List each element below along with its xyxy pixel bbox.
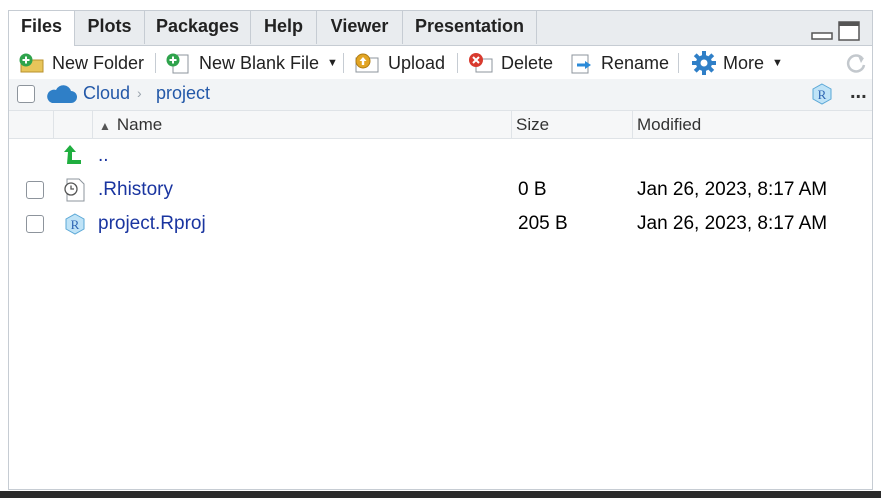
column-divider bbox=[53, 111, 54, 138]
tab-help[interactable]: Help bbox=[251, 11, 317, 44]
breadcrumb-cloud[interactable]: Cloud bbox=[83, 83, 130, 104]
files-toolbar: New Folder New Blank File ▼ Upload Delet… bbox=[9, 46, 872, 80]
parent-directory-link[interactable]: .. bbox=[98, 139, 109, 173]
svg-text:R: R bbox=[71, 217, 80, 232]
delete-label: Delete bbox=[501, 52, 554, 73]
toolbar-divider bbox=[457, 53, 458, 73]
new-blank-file-label: New Blank File bbox=[199, 52, 320, 73]
upload-icon bbox=[355, 53, 379, 73]
row-checkbox[interactable] bbox=[26, 215, 44, 233]
tab-viewer[interactable]: Viewer bbox=[317, 11, 403, 44]
new-file-icon bbox=[166, 53, 189, 74]
svg-text:R: R bbox=[818, 87, 827, 102]
maximize-pane-icon[interactable] bbox=[838, 21, 860, 41]
file-modified: Jan 26, 2023, 8:17 AM bbox=[637, 213, 828, 234]
file-table-header: ▲ Name Size Modified bbox=[9, 111, 872, 139]
tab-files[interactable]: Files bbox=[9, 11, 75, 46]
file-size: 205 B bbox=[518, 213, 568, 234]
rename-button[interactable]: Rename bbox=[569, 49, 669, 77]
breadcrumb-project[interactable]: project bbox=[156, 83, 210, 104]
row-checkbox[interactable] bbox=[26, 181, 44, 199]
cloud-icon[interactable] bbox=[44, 84, 78, 104]
more-label: More bbox=[723, 52, 765, 73]
minimize-pane-icon[interactable] bbox=[811, 27, 833, 41]
column-divider bbox=[632, 111, 633, 138]
history-file-icon bbox=[64, 178, 85, 202]
chevron-down-icon: ▼ bbox=[772, 57, 783, 69]
modified-column-header[interactable]: Modified bbox=[637, 111, 867, 138]
column-divider bbox=[92, 111, 93, 138]
chevron-down-icon: ▼ bbox=[327, 57, 338, 69]
path-bar: Cloud › project R ... bbox=[9, 79, 872, 111]
delete-button[interactable]: Delete bbox=[467, 49, 553, 77]
table-row: .Rhistory 0 B Jan 26, 2023, 8:17 AM bbox=[9, 173, 872, 207]
file-size: 0 B bbox=[518, 179, 547, 200]
file-name-link[interactable]: .Rhistory bbox=[98, 173, 173, 207]
rename-label: Rename bbox=[601, 52, 670, 73]
files-pane: Files Plots Packages Help Viewer Present… bbox=[8, 10, 873, 490]
tab-presentation[interactable]: Presentation bbox=[403, 11, 537, 44]
toolbar-divider bbox=[678, 53, 679, 73]
up-directory-icon bbox=[64, 145, 81, 164]
file-name-link[interactable]: project.Rproj bbox=[98, 207, 206, 241]
tab-plots[interactable]: Plots bbox=[75, 11, 145, 44]
new-folder-button[interactable]: New Folder bbox=[18, 49, 144, 77]
delete-icon bbox=[469, 53, 493, 73]
upload-button[interactable]: Upload bbox=[352, 49, 445, 77]
size-column-header[interactable]: Size bbox=[516, 111, 632, 138]
toolbar-divider bbox=[155, 53, 156, 73]
refresh-icon[interactable] bbox=[844, 52, 868, 74]
rproj-file-icon: R bbox=[65, 213, 85, 235]
name-column-label: Name bbox=[116, 115, 163, 134]
new-folder-label: New Folder bbox=[52, 52, 145, 73]
toolbar-divider bbox=[343, 53, 344, 73]
new-blank-file-button[interactable]: New Blank File ▼ bbox=[165, 49, 338, 77]
more-button[interactable]: More ▼ bbox=[691, 49, 783, 77]
upload-label: Upload bbox=[388, 52, 446, 73]
breadcrumb-separator: › bbox=[137, 85, 142, 101]
table-row: R project.Rproj 205 B Jan 26, 2023, 8:17… bbox=[9, 207, 872, 241]
overflow-menu-button[interactable]: ... bbox=[850, 81, 867, 104]
rename-icon bbox=[571, 54, 591, 74]
tab-bar: Files Plots Packages Help Viewer Present… bbox=[9, 11, 872, 46]
file-modified: Jan 26, 2023, 8:17 AM bbox=[637, 179, 828, 200]
select-all-checkbox[interactable] bbox=[17, 85, 35, 103]
window-bottom-edge bbox=[0, 491, 881, 498]
sort-ascending-icon: ▲ bbox=[99, 119, 111, 133]
rproj-icon[interactable]: R bbox=[810, 82, 834, 106]
column-divider bbox=[511, 111, 512, 138]
gear-icon bbox=[692, 51, 716, 75]
name-column-header[interactable]: ▲ Name bbox=[99, 111, 511, 138]
parent-directory-row[interactable]: .. bbox=[9, 139, 872, 173]
new-folder-icon bbox=[19, 53, 44, 73]
tab-packages[interactable]: Packages bbox=[145, 11, 251, 44]
